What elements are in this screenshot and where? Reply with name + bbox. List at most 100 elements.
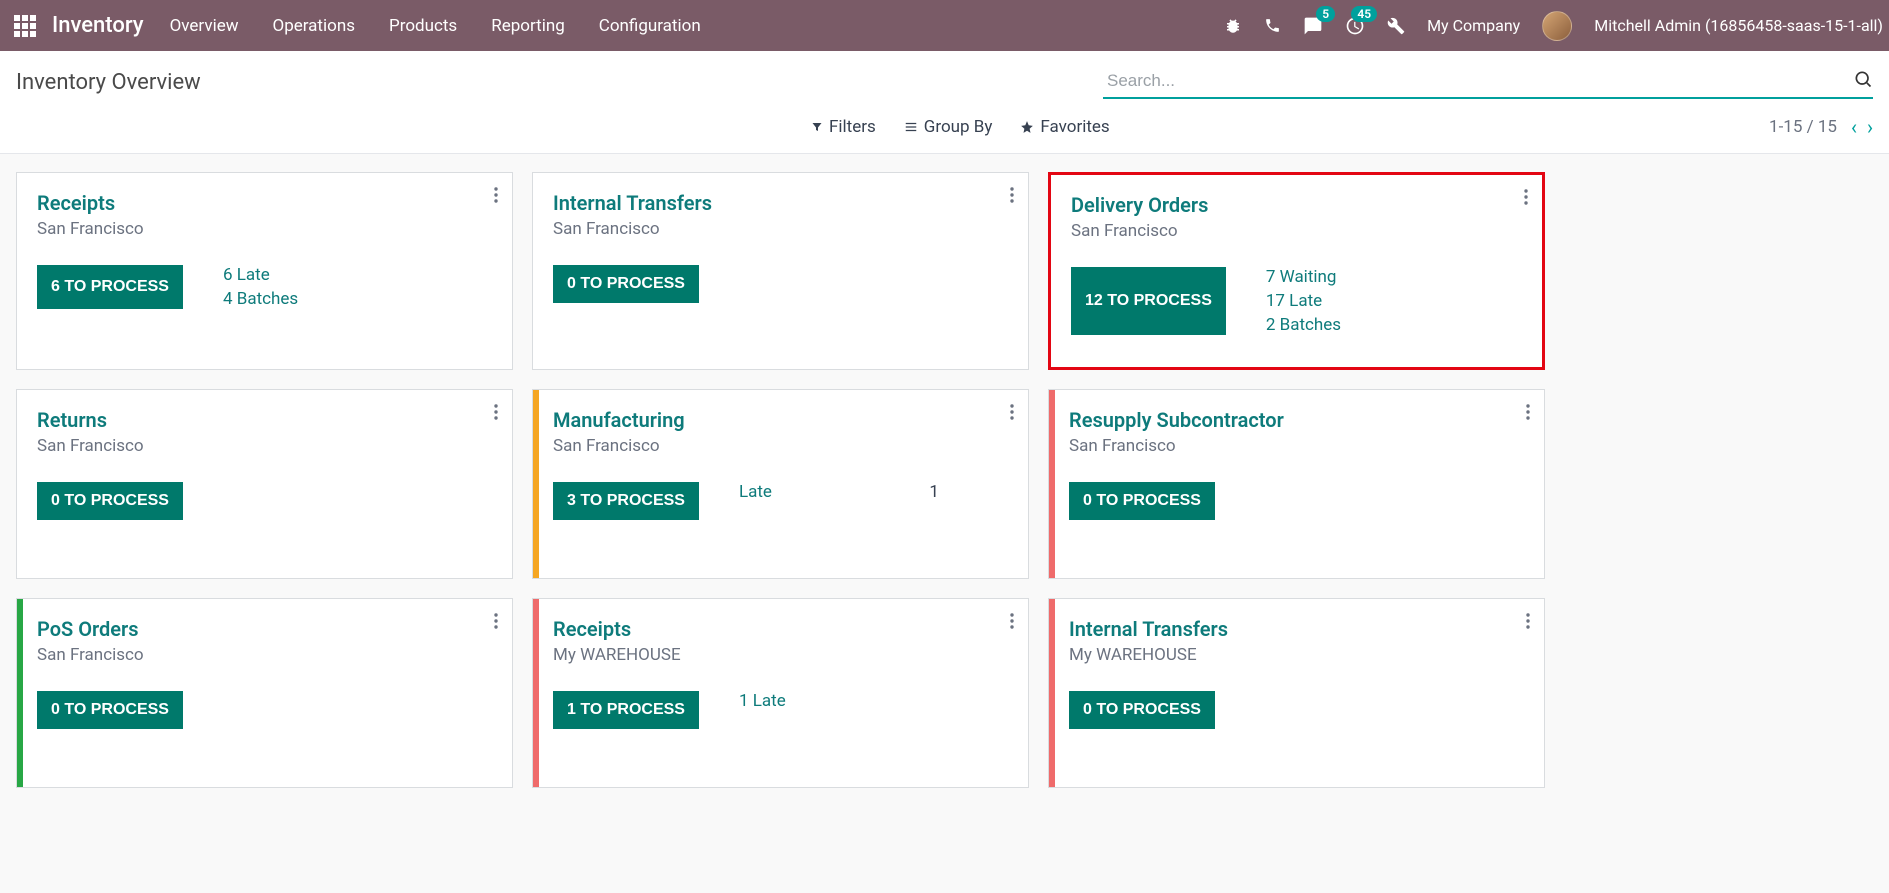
controls-row: Filters Group By Favorites 1-15 / 15 ‹ ›	[0, 105, 1889, 154]
filters-button[interactable]: Filters	[811, 117, 876, 137]
search-input[interactable]	[1103, 65, 1873, 99]
card-link[interactable]: 17 Late	[1266, 291, 1341, 311]
card-link-value: 1	[929, 482, 939, 502]
card-menu-icon[interactable]	[494, 187, 498, 203]
groupby-label: Group By	[924, 117, 993, 137]
card-link[interactable]: 1 Late	[739, 691, 786, 711]
card-subtitle: San Francisco	[37, 219, 492, 239]
messages-badge: 5	[1316, 6, 1335, 22]
card-menu-icon[interactable]	[1526, 404, 1530, 420]
card-body: 12 TO PROCESS 7 Waiting 17 Late 2 Batches	[1071, 267, 1522, 335]
card-body: 1 TO PROCESS 1 Late	[553, 691, 1008, 729]
company-name: My Company	[1427, 16, 1520, 35]
card-title[interactable]: Delivery Orders	[1071, 193, 1522, 217]
process-button[interactable]: 12 TO PROCESS	[1071, 267, 1226, 335]
pager-prev[interactable]: ‹	[1851, 115, 1857, 139]
kanban-card[interactable]: Manufacturing San Francisco 3 TO PROCESS La…	[532, 389, 1029, 579]
card-menu-icon[interactable]	[1524, 189, 1528, 205]
card-menu-icon[interactable]	[1010, 613, 1014, 629]
phone-icon[interactable]	[1264, 17, 1281, 34]
nav-operations[interactable]: Operations	[273, 16, 356, 36]
card-menu-icon[interactable]	[494, 613, 498, 629]
groupby-icon	[904, 120, 918, 134]
process-button[interactable]: 0 TO PROCESS	[1069, 482, 1215, 520]
nav-configuration[interactable]: Configuration	[599, 16, 701, 36]
card-title[interactable]: Returns	[37, 408, 492, 432]
card-links: Late 1	[739, 482, 939, 520]
card-title[interactable]: Resupply Subcontractor	[1069, 408, 1524, 432]
card-links: 6 Late 4 Batches	[223, 265, 298, 309]
card-title[interactable]: Internal Transfers	[1069, 617, 1524, 641]
bug-icon[interactable]	[1224, 17, 1242, 35]
card-body: 0 TO PROCESS	[1069, 691, 1524, 729]
process-button[interactable]: 3 TO PROCESS	[553, 482, 699, 520]
card-title[interactable]: PoS Orders	[37, 617, 492, 641]
process-button[interactable]: 1 TO PROCESS	[553, 691, 699, 729]
card-menu-icon[interactable]	[1526, 613, 1530, 629]
card-subtitle: San Francisco	[553, 219, 1008, 239]
kanban-card[interactable]: Internal Transfers San Francisco 0 TO PROC…	[532, 172, 1029, 370]
card-menu-icon[interactable]	[494, 404, 498, 420]
process-button[interactable]: 6 TO PROCESS	[37, 265, 183, 309]
process-button[interactable]: 0 TO PROCESS	[553, 265, 699, 303]
avatar[interactable]	[1542, 11, 1572, 41]
kanban-card[interactable]: Resupply SubcontractorSan Francisco0 TO …	[1048, 389, 1545, 579]
card-color-bar	[533, 390, 539, 578]
company-selector[interactable]: My Company	[1427, 16, 1520, 35]
kanban-card[interactable]: Receipts My WAREHOUSE 1 TO PROCESS 1 Late	[532, 598, 1029, 788]
card-color-bar	[533, 599, 539, 787]
nav-overview[interactable]: Overview	[170, 16, 239, 36]
card-body: 0 TO PROCESS	[37, 482, 492, 520]
process-button[interactable]: 0 TO PROCESS	[37, 482, 183, 520]
app-title[interactable]: Inventory	[52, 13, 144, 38]
star-icon	[1020, 120, 1034, 134]
process-button[interactable]: 0 TO PROCESS	[37, 691, 183, 729]
card-menu-icon[interactable]	[1010, 187, 1014, 203]
groupby-button[interactable]: Group By	[904, 117, 993, 137]
card-link[interactable]: Late	[739, 482, 772, 502]
card-link[interactable]: 6 Late	[223, 265, 298, 285]
user-name[interactable]: Mitchell Admin (16856458-saas-15-1-all)	[1594, 16, 1883, 35]
card-subtitle: My WAREHOUSE	[1069, 645, 1524, 665]
process-button[interactable]: 0 TO PROCESS	[1069, 691, 1215, 729]
pager-next[interactable]: ›	[1867, 115, 1873, 139]
card-title[interactable]: Receipts	[37, 191, 492, 215]
kanban-card[interactable]: Delivery OrdersSan Francisco12 TO PROCES…	[1048, 172, 1545, 370]
card-color-bar	[1049, 390, 1055, 578]
card-title[interactable]: Receipts	[553, 617, 1008, 641]
search-wrap	[1103, 65, 1873, 99]
kanban-card[interactable]: PoS Orders San Francisco 0 TO PROCESS	[16, 598, 513, 788]
card-title[interactable]: Internal Transfers	[553, 191, 1008, 215]
kanban-card[interactable]: ReturnsSan Francisco0 TO PROCESS	[16, 389, 513, 579]
card-menu-icon[interactable]	[1010, 404, 1014, 420]
pager-text: 1-15 / 15	[1769, 117, 1837, 137]
nav-items: Overview Operations Products Reporting C…	[170, 16, 701, 36]
card-body: 0 TO PROCESS	[37, 691, 492, 729]
card-link[interactable]: 7 Waiting	[1266, 267, 1341, 287]
card-body: 3 TO PROCESS Late 1	[553, 482, 1008, 520]
kanban-card[interactable]: Internal Transfers My WAREHOUSE 0 TO PROCE…	[1048, 598, 1545, 788]
card-subtitle: San Francisco	[37, 645, 492, 665]
kanban-card[interactable]: Receipts San Francisco 6 TO PROCESS 6 Late 4…	[16, 172, 513, 370]
search-icon[interactable]	[1853, 69, 1873, 89]
card-color-bar	[1049, 599, 1055, 787]
card-link[interactable]: 2 Batches	[1266, 315, 1341, 335]
nav-reporting[interactable]: Reporting	[491, 16, 565, 36]
card-body: 0 TO PROCESS	[1069, 482, 1524, 520]
filters-label: Filters	[829, 117, 876, 137]
apps-icon[interactable]	[14, 15, 36, 37]
activities-icon[interactable]: 45	[1345, 16, 1365, 36]
pager-arrows: ‹ ›	[1851, 115, 1873, 139]
topbar-right: 5 45 My Company Mitchell Admin (16856458…	[1224, 11, 1889, 41]
tools-icon[interactable]	[1387, 17, 1405, 35]
messages-icon[interactable]: 5	[1303, 16, 1323, 36]
card-subtitle: San Francisco	[553, 436, 1008, 456]
card-subtitle: My WAREHOUSE	[553, 645, 1008, 665]
card-links: 7 Waiting 17 Late 2 Batches	[1266, 267, 1341, 335]
favorites-button[interactable]: Favorites	[1020, 117, 1109, 137]
card-title[interactable]: Manufacturing	[553, 408, 1008, 432]
card-link[interactable]: 4 Batches	[223, 289, 298, 309]
topbar: Inventory Overview Operations Products R…	[0, 0, 1889, 51]
nav-products[interactable]: Products	[389, 16, 457, 36]
card-body: 0 TO PROCESS	[553, 265, 1008, 303]
